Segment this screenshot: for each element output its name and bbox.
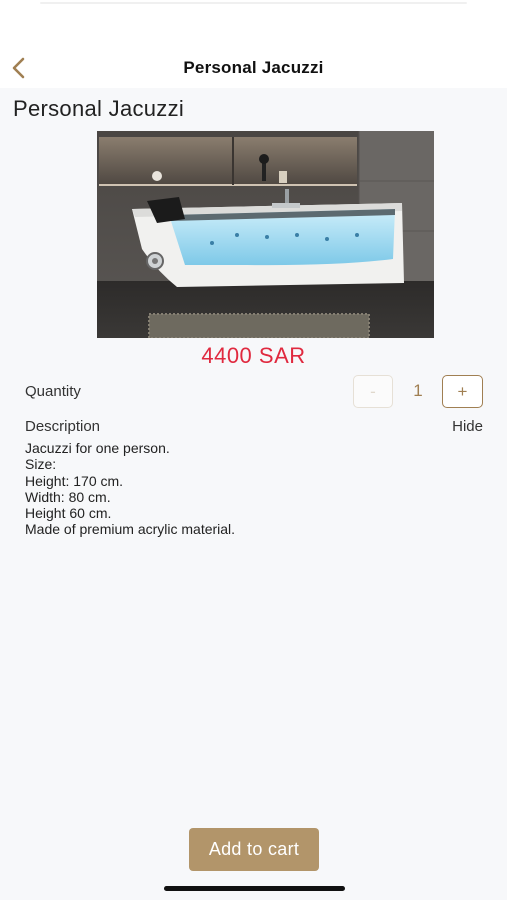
product-image	[97, 131, 434, 338]
quantity-decrement-button[interactable]: -	[353, 375, 393, 408]
description-line: Jacuzzi for one person.	[25, 440, 170, 456]
quantity-increment-button[interactable]: +	[442, 375, 483, 408]
description-text: Jacuzzi for one person. Size: Height: 17…	[25, 440, 485, 538]
description-line: Made of premium acrylic material.	[25, 521, 236, 538]
product-title: Personal Jacuzzi	[13, 96, 185, 121]
quantity-label: Quantity	[25, 383, 81, 400]
hide-description-link[interactable]: Hide	[452, 418, 483, 435]
description-line: Width: 80 cm.	[25, 488, 111, 505]
home-indicator	[164, 886, 345, 891]
description-label: Description	[25, 418, 101, 435]
navigation-bar: Personal Jacuzzi	[0, 48, 507, 88]
page-title: Personal Jacuzzi	[183, 58, 324, 77]
add-to-cart-button[interactable]: Add to cart	[189, 828, 319, 871]
product-price: 4400 SAR	[201, 343, 306, 368]
description-line: Height 60 cm.	[25, 505, 112, 522]
description-line: Size:	[25, 456, 57, 473]
quantity-value: 1	[413, 381, 423, 400]
description-line: Height: 170 cm.	[25, 472, 124, 489]
status-bar	[0, 0, 507, 48]
status-divider	[40, 2, 467, 4]
